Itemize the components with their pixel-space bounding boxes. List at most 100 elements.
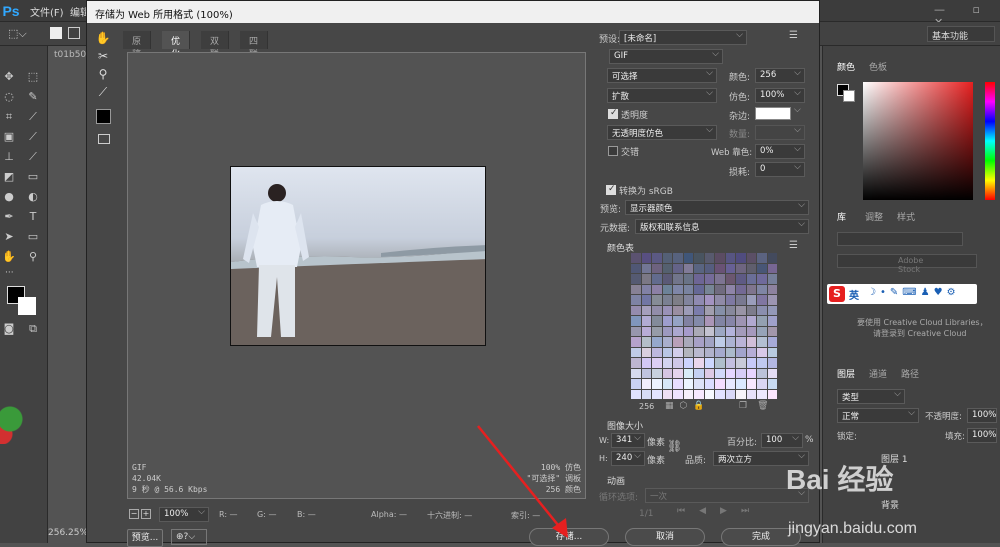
palette-swatch[interactable] — [704, 347, 714, 357]
ime-toolbar[interactable]: S 英 ☽•✎⌨♟♥⚙ — [827, 284, 977, 304]
palette-swatch[interactable] — [757, 316, 767, 326]
width-input[interactable]: 341 — [611, 433, 645, 448]
palette-swatch[interactable] — [683, 368, 693, 378]
palette-swatch[interactable] — [736, 347, 746, 357]
color-table-new-delete-icons[interactable]: ❐🗑 — [739, 401, 779, 411]
colors-input[interactable]: 256 — [755, 68, 805, 83]
palette-swatch[interactable] — [631, 305, 641, 315]
tab-adjustments[interactable]: 调整 — [865, 210, 883, 223]
palette-swatch[interactable] — [725, 337, 735, 347]
marquee-tool-icon[interactable]: ⬚ — [26, 70, 40, 84]
path-select-icon[interactable]: ➤ — [2, 230, 16, 244]
shape-tool-icon[interactable]: ▭ — [26, 230, 40, 244]
history-brush-icon[interactable]: ⟋ — [26, 150, 40, 164]
palette-swatch[interactable] — [725, 368, 735, 378]
palette-swatch[interactable] — [652, 347, 662, 357]
convert-srgb-checkbox[interactable] — [606, 184, 616, 195]
palette-swatch[interactable] — [631, 295, 641, 305]
palette-swatch[interactable] — [715, 263, 725, 273]
ime-tool-icons[interactable]: ☽•✎⌨♟♥⚙ — [867, 287, 960, 298]
palette-swatch[interactable] — [652, 284, 662, 294]
palette-swatch[interactable] — [746, 358, 756, 368]
palette-swatch[interactable] — [652, 389, 662, 399]
palette-swatch[interactable] — [704, 263, 714, 273]
palette-swatch[interactable] — [631, 347, 641, 357]
preview-button[interactable]: 预览... — [127, 529, 163, 547]
color-picker-field[interactable] — [863, 82, 973, 200]
tab-original[interactable]: 原稿 — [123, 31, 152, 60]
palette-swatch[interactable] — [715, 274, 725, 284]
tab-paths[interactable]: 路径 — [901, 367, 919, 380]
workspace-select[interactable]: 基本功能 — [927, 26, 995, 42]
palette-swatch[interactable] — [736, 274, 746, 284]
palette-swatch[interactable] — [631, 253, 641, 263]
palette-swatch[interactable] — [757, 326, 767, 336]
palette-swatch[interactable] — [683, 389, 693, 399]
palette-swatch[interactable] — [683, 347, 693, 357]
palette-swatch[interactable] — [683, 379, 693, 389]
palette-swatch[interactable] — [683, 253, 693, 263]
new-selection-icon[interactable] — [50, 27, 62, 39]
palette-swatch[interactable] — [767, 263, 777, 273]
palette-swatch[interactable] — [662, 316, 672, 326]
palette-swatch[interactable] — [631, 316, 641, 326]
palette-swatch[interactable] — [683, 358, 693, 368]
palette-swatch[interactable] — [736, 326, 746, 336]
transparency-checkbox[interactable] — [608, 108, 618, 119]
palette-swatch[interactable] — [662, 389, 672, 399]
palette-swatch[interactable] — [715, 389, 725, 399]
palette-swatch[interactable] — [652, 368, 662, 378]
constrain-link-icon[interactable]: ⛓ — [667, 439, 682, 453]
palette-swatch[interactable] — [694, 274, 704, 284]
palette-swatch[interactable] — [704, 274, 714, 284]
palette-swatch[interactable] — [662, 284, 672, 294]
stamp-tool-icon[interactable]: ⊥ — [2, 150, 16, 164]
palette-swatch[interactable] — [704, 284, 714, 294]
slice-select-icon[interactable]: ✂ — [93, 47, 113, 65]
height-input[interactable]: 240 — [611, 451, 645, 466]
palette-swatch[interactable] — [652, 337, 662, 347]
palette-swatch[interactable] — [652, 253, 662, 263]
palette-swatch[interactable] — [631, 326, 641, 336]
palette-swatch[interactable] — [715, 316, 725, 326]
eyedropper-tool-icon[interactable]: ⟋ — [26, 110, 40, 124]
palette-swatch[interactable] — [662, 337, 672, 347]
zoom-level-select[interactable]: 100% — [159, 507, 209, 522]
palette-swatch[interactable] — [757, 379, 767, 389]
palette-swatch[interactable] — [715, 347, 725, 357]
tab-channels[interactable]: 通道 — [869, 367, 887, 380]
palette-swatch[interactable] — [673, 389, 683, 399]
dither-algorithm-select[interactable]: 扩散 — [607, 88, 717, 103]
lasso-tool-icon[interactable]: ◌ — [2, 90, 16, 104]
palette-swatch[interactable] — [673, 274, 683, 284]
palette-swatch[interactable] — [757, 284, 767, 294]
color-bg-swatch[interactable] — [843, 90, 855, 102]
tab-optimized[interactable]: 优化 — [162, 31, 191, 60]
palette-swatch[interactable] — [694, 284, 704, 294]
zoom-tool-icon[interactable]: ⚲ — [26, 250, 40, 264]
palette-swatch[interactable] — [715, 284, 725, 294]
palette-swatch[interactable] — [631, 337, 641, 347]
palette-swatch[interactable] — [652, 316, 662, 326]
palette-swatch[interactable] — [757, 337, 767, 347]
palette-swatch[interactable] — [715, 326, 725, 336]
palette-swatch[interactable] — [767, 253, 777, 263]
palette-swatch[interactable] — [641, 274, 651, 284]
palette-swatch[interactable] — [673, 284, 683, 294]
palette-swatch[interactable] — [694, 326, 704, 336]
palette-swatch[interactable] — [662, 295, 672, 305]
palette-swatch[interactable] — [641, 337, 651, 347]
quick-mask-icon[interactable]: ◙ — [2, 322, 16, 336]
palette-swatch[interactable] — [767, 347, 777, 357]
palette-swatch[interactable] — [683, 263, 693, 273]
tab-swatches[interactable]: 色板 — [869, 60, 887, 73]
background-color-swatch[interactable] — [18, 297, 36, 315]
add-selection-icon[interactable] — [68, 27, 80, 39]
preset-select[interactable]: [未命名] — [619, 30, 747, 45]
palette-swatch[interactable] — [715, 368, 725, 378]
web-snap-input[interactable]: 0% — [755, 144, 805, 159]
palette-swatch[interactable] — [662, 368, 672, 378]
layer-kind-filter[interactable]: 类型 — [837, 389, 905, 404]
palette-swatch[interactable] — [725, 379, 735, 389]
palette-swatch[interactable] — [736, 379, 746, 389]
